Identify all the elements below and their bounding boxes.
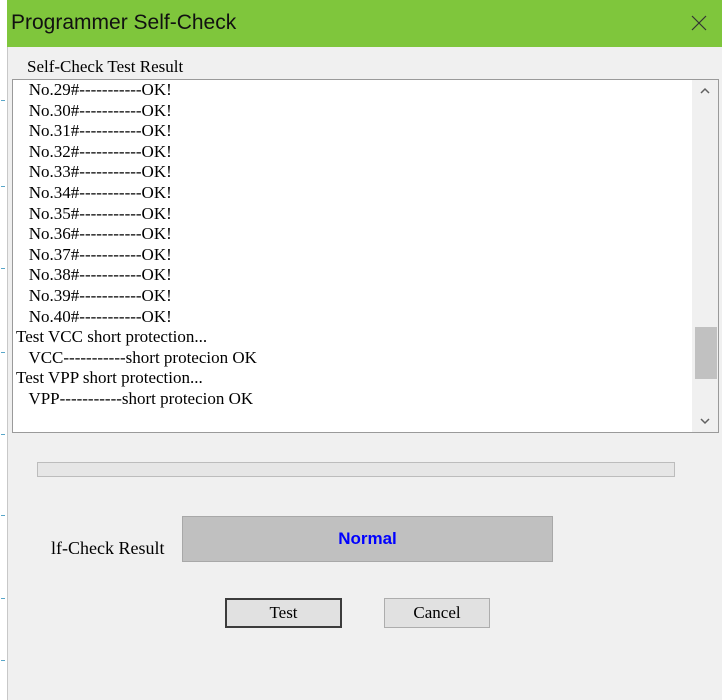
log-line: No.34#-----------OK!	[16, 182, 172, 202]
edge-tick	[1, 268, 5, 269]
log-line: No.29#-----------OK!	[16, 80, 172, 99]
chevron-down-icon	[700, 418, 710, 425]
vertical-scrollbar[interactable]	[692, 80, 718, 432]
background-window-edge	[0, 0, 8, 700]
log-line: No.32#-----------OK!	[16, 141, 172, 161]
log-line: No.38#-----------OK!	[16, 265, 172, 285]
test-button[interactable]: Test	[225, 598, 342, 628]
log-line: No.36#-----------OK!	[16, 224, 172, 244]
close-icon	[691, 15, 707, 31]
edge-tick	[1, 660, 5, 661]
chevron-up-icon	[700, 87, 710, 94]
log-line: No.31#-----------OK!	[16, 121, 172, 141]
edge-tick	[1, 100, 5, 101]
log-lines: No.29#-----------OK! No.30#-----------OK…	[16, 80, 686, 410]
log-line: Test VCC short protection...	[16, 327, 208, 347]
edge-tick	[1, 515, 5, 516]
cancel-button[interactable]: Cancel	[384, 598, 490, 628]
test-result-log[interactable]: No.29#-----------OK! No.30#-----------OK…	[12, 79, 719, 433]
result-value: Normal	[182, 516, 553, 562]
edge-tick	[1, 598, 5, 599]
log-line: No.39#-----------OK!	[16, 285, 172, 305]
edge-tick	[1, 352, 5, 353]
window-title: Programmer Self-Check	[11, 11, 237, 34]
edge-tick	[1, 434, 5, 435]
log-line: No.37#-----------OK!	[16, 244, 172, 264]
edge-tick	[1, 186, 5, 187]
test-result-group-label: Self-Check Test Result	[27, 57, 184, 76]
log-line: No.35#-----------OK!	[16, 203, 172, 223]
log-line: Test VPP short protection...	[16, 368, 203, 388]
log-line: No.33#-----------OK!	[16, 162, 172, 182]
result-label: lf-Check Result	[51, 538, 165, 558]
title-bar[interactable]: Programmer Self-Check	[7, 0, 722, 47]
close-button[interactable]	[676, 0, 722, 47]
scroll-thumb[interactable]	[695, 327, 717, 380]
progress-bar	[37, 462, 675, 477]
scroll-up-button[interactable]	[692, 80, 718, 102]
log-line: No.30#-----------OK!	[16, 100, 172, 120]
log-line: VCC-----------short protecion OK	[16, 347, 257, 367]
scroll-down-button[interactable]	[692, 410, 718, 432]
log-line: No.40#-----------OK!	[16, 306, 172, 326]
log-line: VPP-----------short protecion OK	[16, 388, 254, 408]
